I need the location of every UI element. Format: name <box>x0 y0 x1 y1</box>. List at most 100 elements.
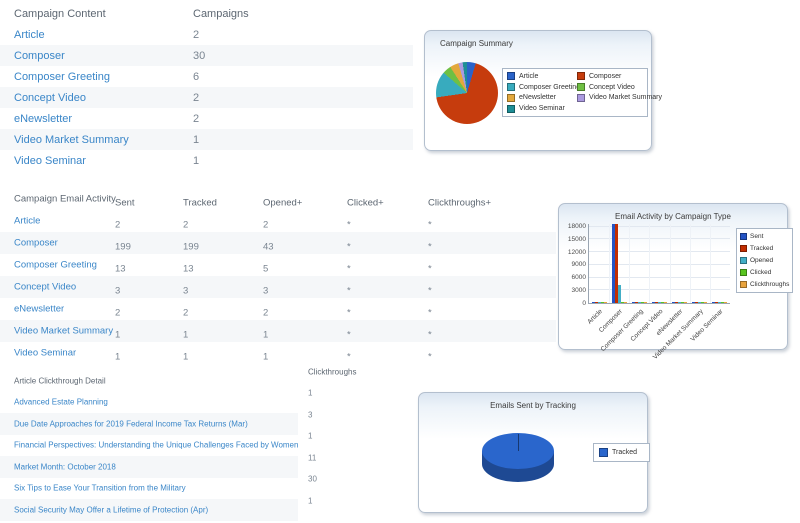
gridline <box>589 238 730 239</box>
table-row: Concept Video 2 <box>0 87 413 108</box>
legend-swatch <box>740 281 747 288</box>
y-axis-tick: 3000 <box>572 287 586 294</box>
row-link[interactable]: Social Security May Offer a Lifetime of … <box>14 505 208 514</box>
cell-value: 30 <box>193 50 205 62</box>
bar <box>604 302 607 303</box>
row-link[interactable]: Video Seminar <box>14 155 86 167</box>
row-link[interactable]: Financial Perspectives: Understanding th… <box>14 441 298 450</box>
legend-item: Sent <box>740 233 789 240</box>
email-activity-chart-title: Email Activity by Campaign Type <box>559 212 787 221</box>
clickthroughs-column-header: Clickthroughs <box>308 367 356 376</box>
cell-value: * <box>347 330 351 341</box>
y-axis-tick: 12000 <box>568 249 586 256</box>
row-link[interactable]: Composer <box>14 50 65 62</box>
row-link[interactable]: Video Seminar <box>14 348 76 359</box>
table-row: Six Tips to Ease Your Transition from th… <box>0 478 375 500</box>
cell-value: 1 <box>263 330 268 341</box>
cell-value: 30 <box>308 475 317 484</box>
bar <box>704 302 707 303</box>
row-link[interactable]: Advanced Estate Planning <box>14 398 108 407</box>
cell-value: * <box>347 286 351 297</box>
legend-label: Concept Video <box>589 84 635 91</box>
row-link[interactable]: Market Month: October 2018 <box>14 462 116 471</box>
cell-value: 1 <box>183 352 188 363</box>
clickthrough-detail-rows: Advanced Estate Planning 1 Due Date Approa… <box>0 392 375 521</box>
row-link[interactable]: Concept Video <box>14 282 76 293</box>
table-row: Composer19919943** <box>0 232 556 254</box>
gridline-vertical <box>609 224 610 303</box>
legend-swatch <box>507 94 515 102</box>
row-link[interactable]: Article <box>14 216 40 227</box>
cell-value: * <box>347 308 351 319</box>
legend-label: Article <box>519 73 538 80</box>
legend-swatch <box>507 83 515 91</box>
campaign-summary-chart-title: Campaign Summary <box>440 39 513 48</box>
legend-item: eNewsletter <box>507 94 577 102</box>
column-header: Opened+ <box>263 198 302 209</box>
pie-slice-line <box>518 434 519 451</box>
email-activity-legend: SentTrackedOpenedClickedClickthroughs <box>736 228 793 293</box>
cell-value: 1 <box>308 432 312 441</box>
gridline-vertical <box>710 224 711 303</box>
table-row: eNewsletter222** <box>0 298 556 320</box>
row-link[interactable]: eNewsletter <box>14 304 64 315</box>
legend-swatch <box>740 233 747 240</box>
cell-value: 43 <box>263 242 274 253</box>
legend-label: Tracked <box>612 449 637 456</box>
legend-item: Video Market Summary <box>577 94 662 102</box>
gridline-vertical <box>629 224 630 303</box>
legend-swatch <box>740 245 747 252</box>
legend-item: Clicked <box>740 269 789 276</box>
x-axis-label-text: Article <box>586 308 604 326</box>
legend-label: Opened <box>750 257 773 264</box>
y-axis-tick: 0 <box>582 300 586 307</box>
y-axis-tick: 18000 <box>568 223 586 230</box>
row-link[interactable]: Concept Video <box>14 92 86 104</box>
gridline <box>589 264 730 265</box>
legend-label: Composer Greeting <box>519 84 580 91</box>
row-link[interactable]: Composer Greeting <box>14 260 97 271</box>
row-link[interactable]: Six Tips to Ease Your Transition from th… <box>14 484 186 493</box>
cell-value: 1 <box>263 352 268 363</box>
row-link[interactable]: Article <box>14 29 45 41</box>
cell-value: * <box>347 242 351 253</box>
legend-item: Clickthroughs <box>740 281 789 288</box>
cell-value: 13 <box>115 264 126 275</box>
row-link[interactable]: Video Market Summary <box>14 134 129 146</box>
cell-value: 2 <box>193 29 199 41</box>
legend-item: Article <box>507 72 577 80</box>
campaign-summary-legend: Article Composer Composer Greeting Concept … <box>502 68 648 117</box>
legend-swatch <box>577 72 585 80</box>
table-row: Article222** <box>0 210 556 232</box>
campaign-content-table: Campaign Content Campaigns Article2Compo… <box>0 3 413 171</box>
campaign-summary-panel: Campaign Summary Article Composer Composer… <box>424 30 652 151</box>
cell-value: 2 <box>263 308 268 319</box>
legend-label: Sent <box>750 233 763 240</box>
cell-value: 3 <box>263 286 268 297</box>
gridline <box>589 277 730 278</box>
column-header: Tracked <box>183 198 217 209</box>
cell-value: 1 <box>193 134 199 146</box>
row-link[interactable]: Due Date Approaches for 2019 Federal Inc… <box>14 419 248 428</box>
legend-swatch <box>740 257 747 264</box>
cell-value: 2 <box>193 113 199 125</box>
cell-value: 2 <box>183 220 188 231</box>
campaign-content-rows: Article2Composer30Composer Greeting6Conc… <box>0 24 413 171</box>
table-row: eNewsletter 2 <box>0 108 413 129</box>
legend-item: Composer <box>577 72 662 80</box>
legend-label: Clickthroughs <box>750 281 789 288</box>
cell-value: 2 <box>193 92 199 104</box>
bar <box>724 302 727 303</box>
row-link[interactable]: eNewsletter <box>14 113 72 125</box>
cell-value: 1 <box>115 330 120 341</box>
column-header: Clicked+ <box>347 198 384 209</box>
row-link[interactable]: Composer <box>14 238 58 249</box>
row-link[interactable]: Composer Greeting <box>14 71 110 83</box>
column-header: Sent <box>115 198 135 209</box>
row-link[interactable]: Video Market Summary <box>14 326 113 337</box>
bar <box>664 302 667 303</box>
table-row: Composer Greeting6 <box>0 66 413 87</box>
cell-value: 199 <box>183 242 199 253</box>
legend-label: Composer <box>589 73 621 80</box>
table-row: Due Date Approaches for 2019 Federal Inc… <box>0 413 375 435</box>
